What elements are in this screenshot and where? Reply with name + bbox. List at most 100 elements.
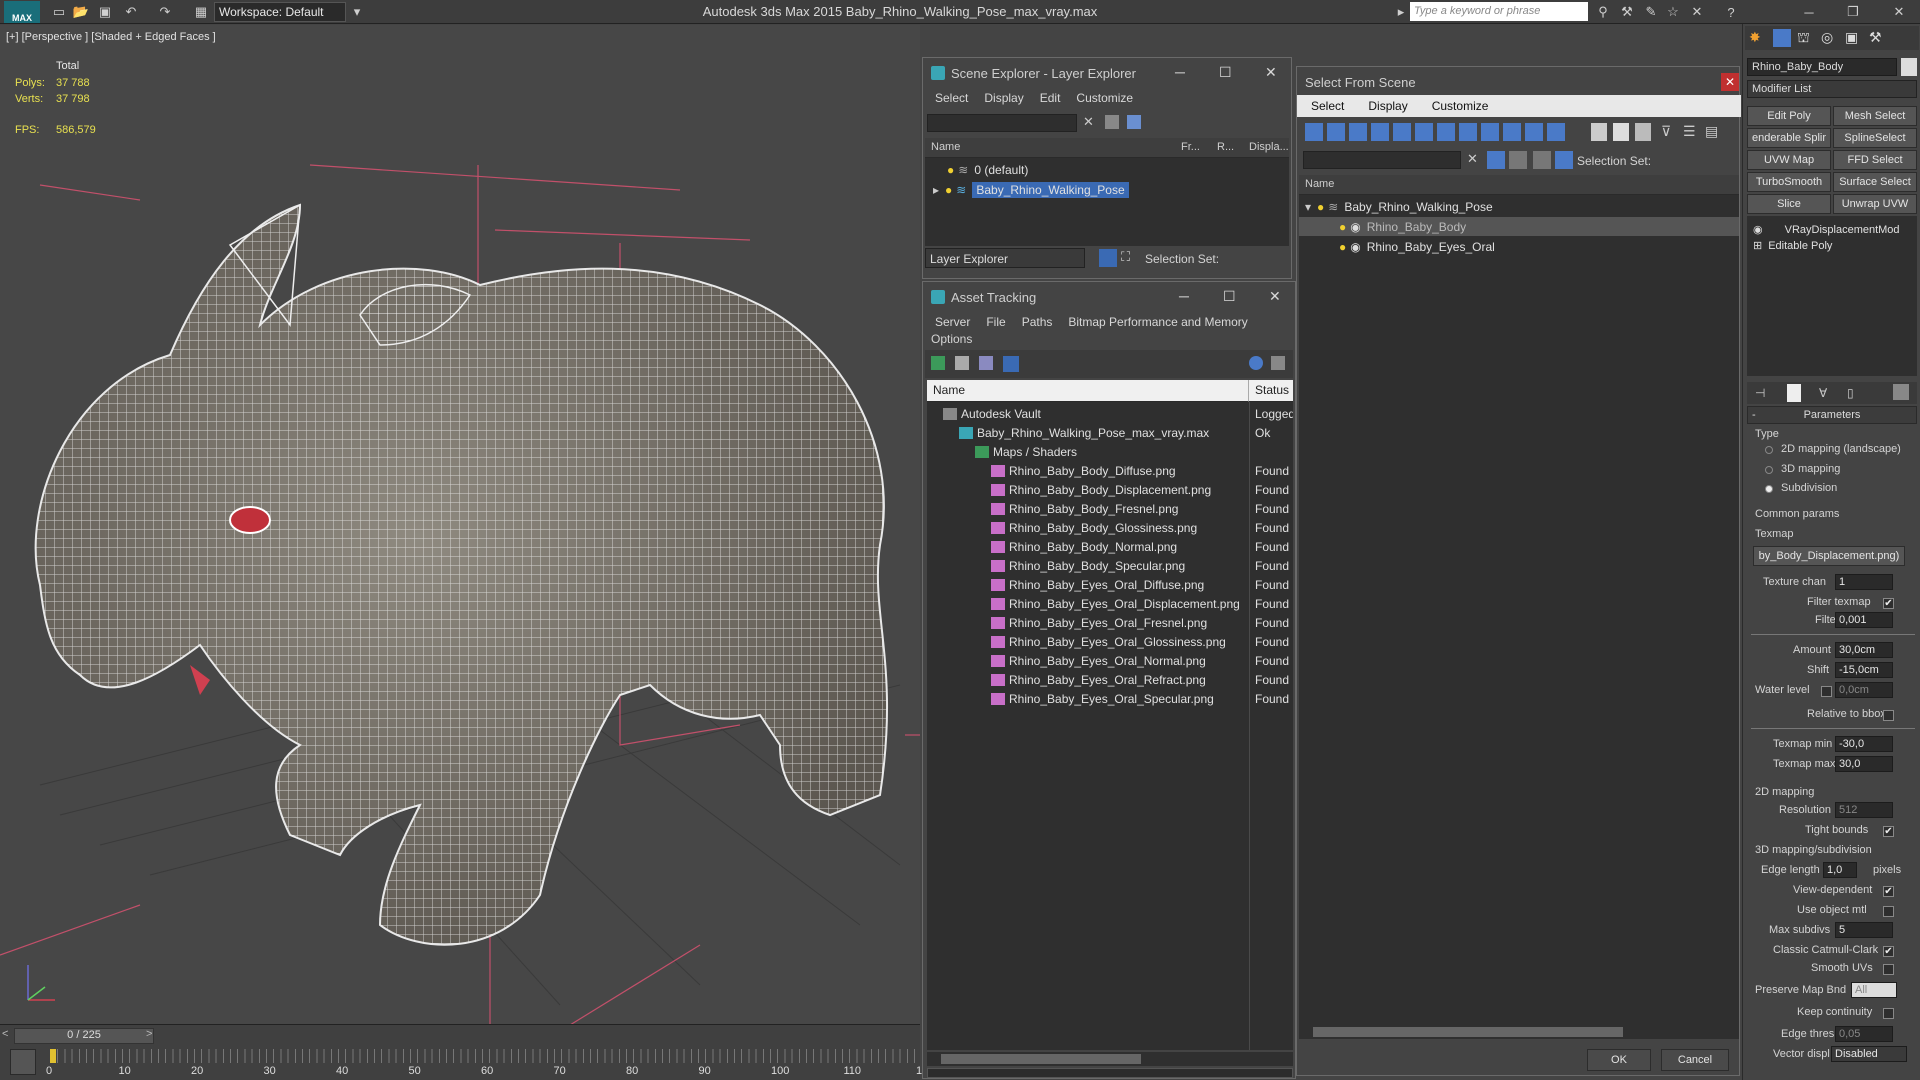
- minimize-icon[interactable]: ─: [1179, 288, 1189, 304]
- perspective-viewport[interactable]: [+] [Perspective ] [Shaded + Edged Faces…: [0, 25, 920, 1025]
- col-status[interactable]: Status: [1249, 380, 1293, 402]
- restore-icon[interactable]: ❐: [1844, 3, 1862, 21]
- menu-customize[interactable]: Customize: [1076, 91, 1133, 105]
- asset-row[interactable]: Rhino_Baby_Eyes_Oral_Glossiness.png Found: [927, 632, 1293, 651]
- asset-row[interactable]: Rhino_Baby_Eyes_Oral_Diffuse.png Found: [927, 575, 1293, 594]
- close-icon[interactable]: ✕: [1269, 288, 1281, 305]
- display-containers-icon[interactable]: [1503, 123, 1521, 141]
- table-view-icon[interactable]: [1003, 356, 1019, 372]
- asset-row[interactable]: Baby_Rhino_Walking_Pose_max_vray.max Ok: [927, 423, 1293, 442]
- texture-chan-spinner[interactable]: 1: [1835, 574, 1893, 590]
- filter-selected-icon[interactable]: [1487, 151, 1505, 169]
- menu-server[interactable]: Server: [935, 315, 970, 329]
- close-icon[interactable]: ✕: [1265, 64, 1277, 81]
- find-input[interactable]: [1303, 151, 1461, 169]
- asset-row[interactable]: Rhino_Baby_Eyes_Oral_Displacement.png Fou…: [927, 594, 1293, 613]
- lightbulb-icon[interactable]: ●: [947, 163, 954, 177]
- menu-bitmap-performance[interactable]: Bitmap Performance and Memory: [1068, 315, 1247, 329]
- search-input[interactable]: Type a keyword or phrase: [1410, 2, 1588, 21]
- menu-display[interactable]: Display: [984, 91, 1023, 105]
- asset-row[interactable]: Rhino_Baby_Eyes_Oral_Normal.png Found: [927, 651, 1293, 670]
- vector-displ-dropdown[interactable]: Disabled: [1831, 1046, 1907, 1062]
- settings-icon[interactable]: [1271, 356, 1285, 370]
- modifier-button[interactable]: Slice: [1747, 194, 1831, 214]
- tree-row[interactable]: ▾ ● ≋ Baby_Rhino_Walking_Pose: [1299, 197, 1739, 216]
- display-none-icon[interactable]: [1613, 123, 1629, 141]
- display-shapes-icon[interactable]: [1327, 123, 1345, 141]
- filter-icon[interactable]: [1105, 115, 1119, 129]
- menu-select[interactable]: Select: [1311, 99, 1344, 113]
- modify-tab-icon[interactable]: [1773, 29, 1791, 47]
- close-x-icon[interactable]: ✕: [1688, 3, 1706, 21]
- smooth-uvs-checkbox[interactable]: [1883, 964, 1894, 975]
- radio-3d-mapping[interactable]: [1765, 466, 1773, 474]
- expand-icon[interactable]: ⊞: [1753, 239, 1762, 252]
- explorer-type-dropdown[interactable]: Layer Explorer: [925, 248, 1085, 268]
- asset-row[interactable]: Rhino_Baby_Body_Diffuse.png Found: [927, 461, 1293, 480]
- modifier-list-dropdown[interactable]: Modifier List: [1747, 80, 1917, 98]
- lightbulb-icon[interactable]: ●: [945, 183, 952, 197]
- classic-catmull-checkbox[interactable]: ✔: [1883, 946, 1894, 957]
- display-spacewarps-icon[interactable]: [1415, 123, 1433, 141]
- asset-row[interactable]: Rhino_Baby_Body_Specular.png Found: [927, 556, 1293, 575]
- modifier-button[interactable]: Surface Select: [1833, 172, 1917, 192]
- hierarchy-mode-icon[interactable]: [1555, 151, 1573, 169]
- modifier-button[interactable]: Edit Poly: [1747, 106, 1831, 126]
- display-bones-icon[interactable]: [1481, 123, 1499, 141]
- make-unique-icon[interactable]: ∀: [1819, 386, 1827, 400]
- options-icon[interactable]: ▤: [1705, 123, 1721, 141]
- binoculars-icon[interactable]: ⚲: [1594, 3, 1612, 21]
- workspace-dropdown[interactable]: Workspace: Default: [214, 2, 346, 22]
- maximize-icon[interactable]: ☐: [1219, 64, 1232, 81]
- layer-tool-icon[interactable]: [1127, 115, 1141, 129]
- asset-row[interactable]: Autodesk Vault Logged: [927, 404, 1293, 423]
- minimize-icon[interactable]: ─: [1175, 64, 1185, 80]
- display-helpers-icon[interactable]: [1393, 123, 1411, 141]
- undo-icon[interactable]: ↶: [122, 3, 140, 21]
- app-logo[interactable]: MAX: [4, 1, 40, 23]
- texmap-button[interactable]: by_Body_Displacement.png): [1753, 546, 1905, 566]
- layers-icon[interactable]: [1099, 249, 1117, 267]
- display-hidden-icon[interactable]: [1547, 123, 1565, 141]
- horizontal-scrollbar[interactable]: [927, 1052, 1293, 1066]
- create-tab-icon[interactable]: ✸: [1749, 29, 1767, 47]
- menu-customize[interactable]: Customize: [1432, 99, 1489, 113]
- arrow-left-icon[interactable]: <: [2, 1028, 12, 1044]
- use-object-mtl-checkbox[interactable]: [1883, 906, 1894, 917]
- modifier-button[interactable]: Mesh Select: [1833, 106, 1917, 126]
- object-color-swatch[interactable]: [1901, 58, 1917, 76]
- project-folder-icon[interactable]: ▦: [192, 3, 210, 21]
- arrow-right-icon[interactable]: >: [146, 1028, 156, 1044]
- tools-icon[interactable]: ⚒: [1618, 3, 1636, 21]
- timeline[interactable]: < 0 / 225 > 010203040506070809010011012: [0, 1024, 928, 1080]
- preserve-map-bnd-dropdown[interactable]: All: [1851, 982, 1897, 998]
- list-view-icon[interactable]: [955, 356, 969, 370]
- menu-display[interactable]: Display: [1368, 99, 1407, 113]
- configure-sets-icon[interactable]: [1893, 384, 1909, 400]
- col-freeze[interactable]: Fr...: [1175, 138, 1211, 158]
- asset-path-field[interactable]: [927, 1068, 1293, 1078]
- layer-row-selected[interactable]: ▸ ● ≋ Baby_Rhino_Walking_Pose: [925, 180, 1289, 199]
- help-icon[interactable]: ?: [1722, 3, 1740, 21]
- modifier-button[interactable]: FFD Select: [1833, 150, 1917, 170]
- max-subdivs-spinner[interactable]: 5: [1835, 922, 1893, 938]
- show-end-result-icon[interactable]: [1787, 384, 1801, 402]
- menu-file[interactable]: File: [986, 315, 1005, 329]
- modifier-button[interactable]: TurboSmooth: [1747, 172, 1831, 192]
- asset-row[interactable]: Rhino_Baby_Body_Fresnel.png Found: [927, 499, 1293, 518]
- radio-2d-mapping[interactable]: [1765, 446, 1773, 454]
- hierarchy-tab-icon[interactable]: ⛫: [1797, 29, 1815, 47]
- menu-paths[interactable]: Paths: [1022, 315, 1053, 329]
- time-slider[interactable]: 0 / 225: [14, 1028, 154, 1044]
- filter-blur-spinner[interactable]: 0,001: [1835, 612, 1893, 628]
- water-level-checkbox[interactable]: [1821, 686, 1832, 697]
- cancel-button[interactable]: Cancel: [1661, 1049, 1729, 1071]
- star-icon[interactable]: ☆: [1664, 3, 1682, 21]
- tight-bounds-checkbox[interactable]: ✔: [1883, 826, 1894, 837]
- asset-row[interactable]: Rhino_Baby_Eyes_Oral_Specular.png Found: [927, 689, 1293, 708]
- new-file-icon[interactable]: ▭: [50, 3, 68, 21]
- shift-spinner[interactable]: -15,0cm: [1835, 662, 1893, 678]
- layers-icon[interactable]: [1533, 151, 1551, 169]
- display-cameras-icon[interactable]: [1371, 123, 1389, 141]
- menu-select[interactable]: Select: [935, 91, 968, 105]
